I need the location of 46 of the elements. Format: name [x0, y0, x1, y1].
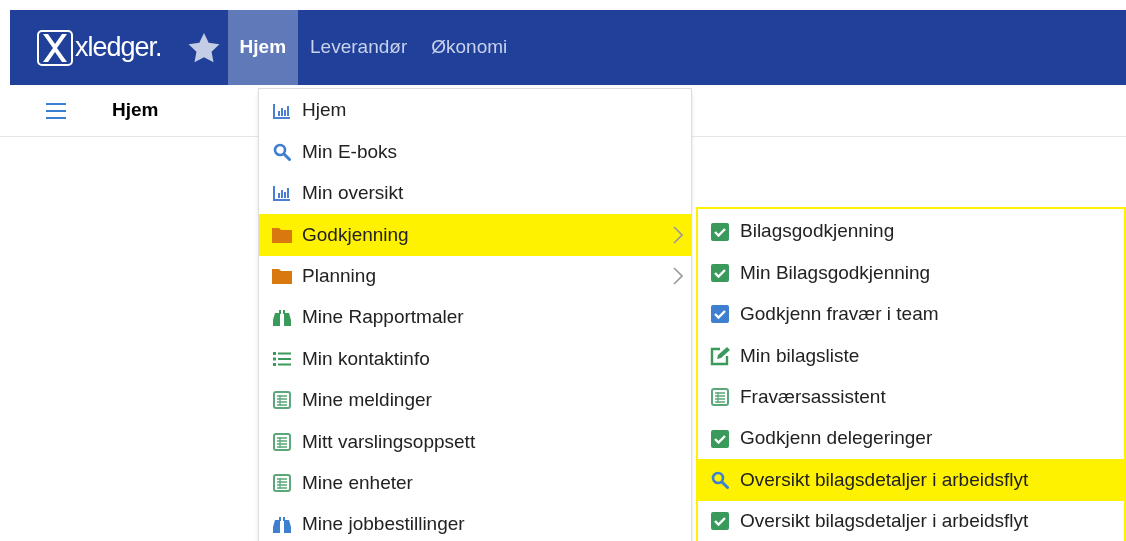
page-title: Hjem: [112, 98, 159, 123]
submenu-item[interactable]: Godkjenn delegeringer: [698, 417, 1124, 460]
submenu-item[interactable]: Min Bilagsgodkjenning: [698, 252, 1124, 294]
submenu-item[interactable]: Oversikt bilagsdetaljer i arbeidsflyt: [698, 459, 1124, 501]
bar-chart-icon: [273, 102, 291, 119]
binoculars-icon: [273, 308, 291, 327]
table-icon: [273, 391, 291, 410]
menu-item[interactable]: Mine jobbestillinger: [259, 503, 691, 541]
nav-tab[interactable]: Økonomi: [419, 10, 520, 85]
logo-text: xledger.: [75, 31, 162, 65]
menu-item[interactable]: Min E-boks: [259, 131, 691, 173]
list-icon: [273, 351, 291, 368]
menu-item[interactable]: Mine meldinger: [259, 379, 691, 422]
logo-icon: [37, 29, 73, 66]
table-icon: [273, 474, 291, 493]
submenu-item[interactable]: Oversikt bilagsdetaljer i arbeidsflyt: [698, 500, 1124, 541]
menu-item[interactable]: Min kontaktinfo: [259, 338, 691, 380]
menu-item[interactable]: Mitt varslingsoppsett: [259, 421, 691, 463]
table-icon: [711, 388, 729, 407]
submenu-item[interactable]: Min bilagsliste: [698, 335, 1124, 377]
nav-tab[interactable]: Hjem: [227, 10, 299, 85]
search-icon: [711, 471, 729, 490]
checkbox-icon: [711, 222, 729, 241]
table-icon: [273, 432, 291, 451]
folder-icon: [272, 268, 292, 285]
menu-icon[interactable]: [46, 102, 66, 119]
checkbox-icon: [711, 512, 729, 531]
checkbox-icon: [711, 264, 729, 283]
nav-tab[interactable]: Leverandør: [298, 10, 420, 85]
bar-chart-icon: [273, 185, 291, 202]
edit-icon: [710, 345, 730, 366]
menu-item[interactable]: Min oversikt: [259, 172, 691, 215]
search-icon: [273, 143, 291, 162]
menu-item[interactable]: Hjem: [259, 90, 691, 132]
submenu-item[interactable]: Fraværsassistent: [698, 376, 1124, 418]
checkbox-icon: [711, 305, 729, 324]
folder-icon: [272, 226, 292, 243]
binoculars-icon: [273, 515, 291, 534]
star-icon[interactable]: [187, 32, 220, 63]
menu-item[interactable]: Mine Rapportmaler: [259, 296, 691, 339]
menu-item[interactable]: Mine enheter: [259, 462, 691, 504]
menu-item[interactable]: Planning: [259, 255, 691, 297]
checkbox-icon: [711, 429, 729, 448]
submenu-item[interactable]: Godkjenn fravær i team: [698, 293, 1124, 336]
submenu-item[interactable]: Bilagsgodkjenning: [698, 211, 1124, 253]
menu-item[interactable]: Godkjenning: [259, 214, 691, 256]
